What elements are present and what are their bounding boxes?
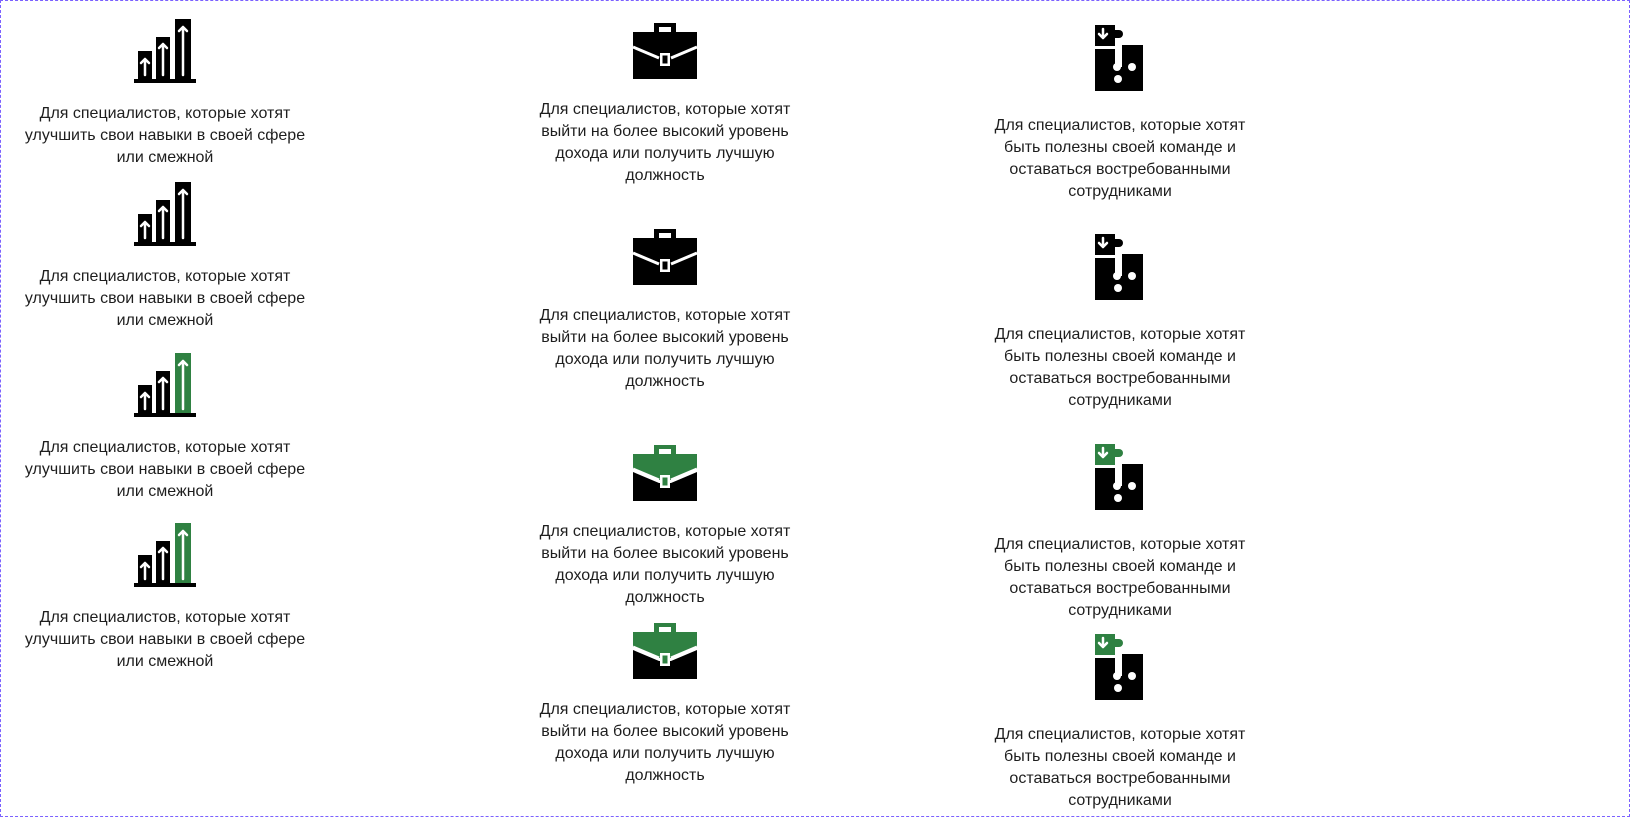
card-team-highlighted: Для специалистов, которые хотят быть пол… [970, 444, 1270, 622]
briefcase-icon [633, 445, 697, 501]
puzzle-icon [1095, 634, 1143, 700]
card-career-highlighted: Для специалистов, которые хотят выйти на… [515, 621, 815, 787]
card-description: Для специалистов, которые хотят выйти на… [539, 101, 791, 184]
bar-chart-arrows-icon [134, 182, 196, 246]
briefcase-icon [633, 23, 697, 79]
card-career-highlighted: Для специалистов, которые хотят выйти на… [515, 443, 815, 609]
bar-chart-arrows-icon [134, 523, 196, 587]
card-growth-highlighted: Для специалистов, которые хотят улучшить… [15, 353, 315, 503]
card-career: Для специалистов, которые хотят выйти на… [515, 21, 815, 187]
card-growth: Для специалистов, которые хотят улучшить… [15, 182, 315, 332]
briefcase-icon [633, 623, 697, 679]
card-description: Для специалистов, которые хотят выйти на… [539, 523, 791, 606]
puzzle-icon [1095, 444, 1143, 510]
briefcase-icon [633, 229, 697, 285]
bar-chart-arrows-icon [134, 19, 196, 83]
card-description: Для специалистов, которые хотят быть пол… [994, 726, 1246, 809]
card-description: Для специалистов, которые хотят улучшить… [24, 105, 306, 166]
card-description: Для специалистов, которые хотят улучшить… [24, 439, 306, 500]
card-team: Для специалистов, которые хотят быть пол… [970, 25, 1270, 203]
card-description: Для специалистов, которые хотят улучшить… [24, 268, 306, 329]
card-description: Для специалистов, которые хотят быть пол… [994, 117, 1246, 200]
component-set-frame: Для специалистов, которые хотят улучшить… [0, 0, 1630, 817]
card-description: Для специалистов, которые хотят быть пол… [994, 536, 1246, 619]
card-growth: Для специалистов, которые хотят улучшить… [15, 19, 315, 169]
card-description: Для специалистов, которые хотят выйти на… [539, 307, 791, 390]
card-team-highlighted: Для специалистов, которые хотят быть пол… [970, 634, 1270, 812]
card-description: Для специалистов, которые хотят быть пол… [994, 326, 1246, 409]
card-career: Для специалистов, которые хотят выйти на… [515, 227, 815, 393]
card-description: Для специалистов, которые хотят улучшить… [24, 609, 306, 670]
card-description: Для специалистов, которые хотят выйти на… [539, 701, 791, 784]
card-growth-highlighted: Для специалистов, которые хотят улучшить… [15, 523, 315, 673]
bar-chart-arrows-icon [134, 353, 196, 417]
puzzle-icon [1095, 25, 1143, 91]
card-team: Для специалистов, которые хотят быть пол… [970, 234, 1270, 412]
puzzle-icon [1095, 234, 1143, 300]
